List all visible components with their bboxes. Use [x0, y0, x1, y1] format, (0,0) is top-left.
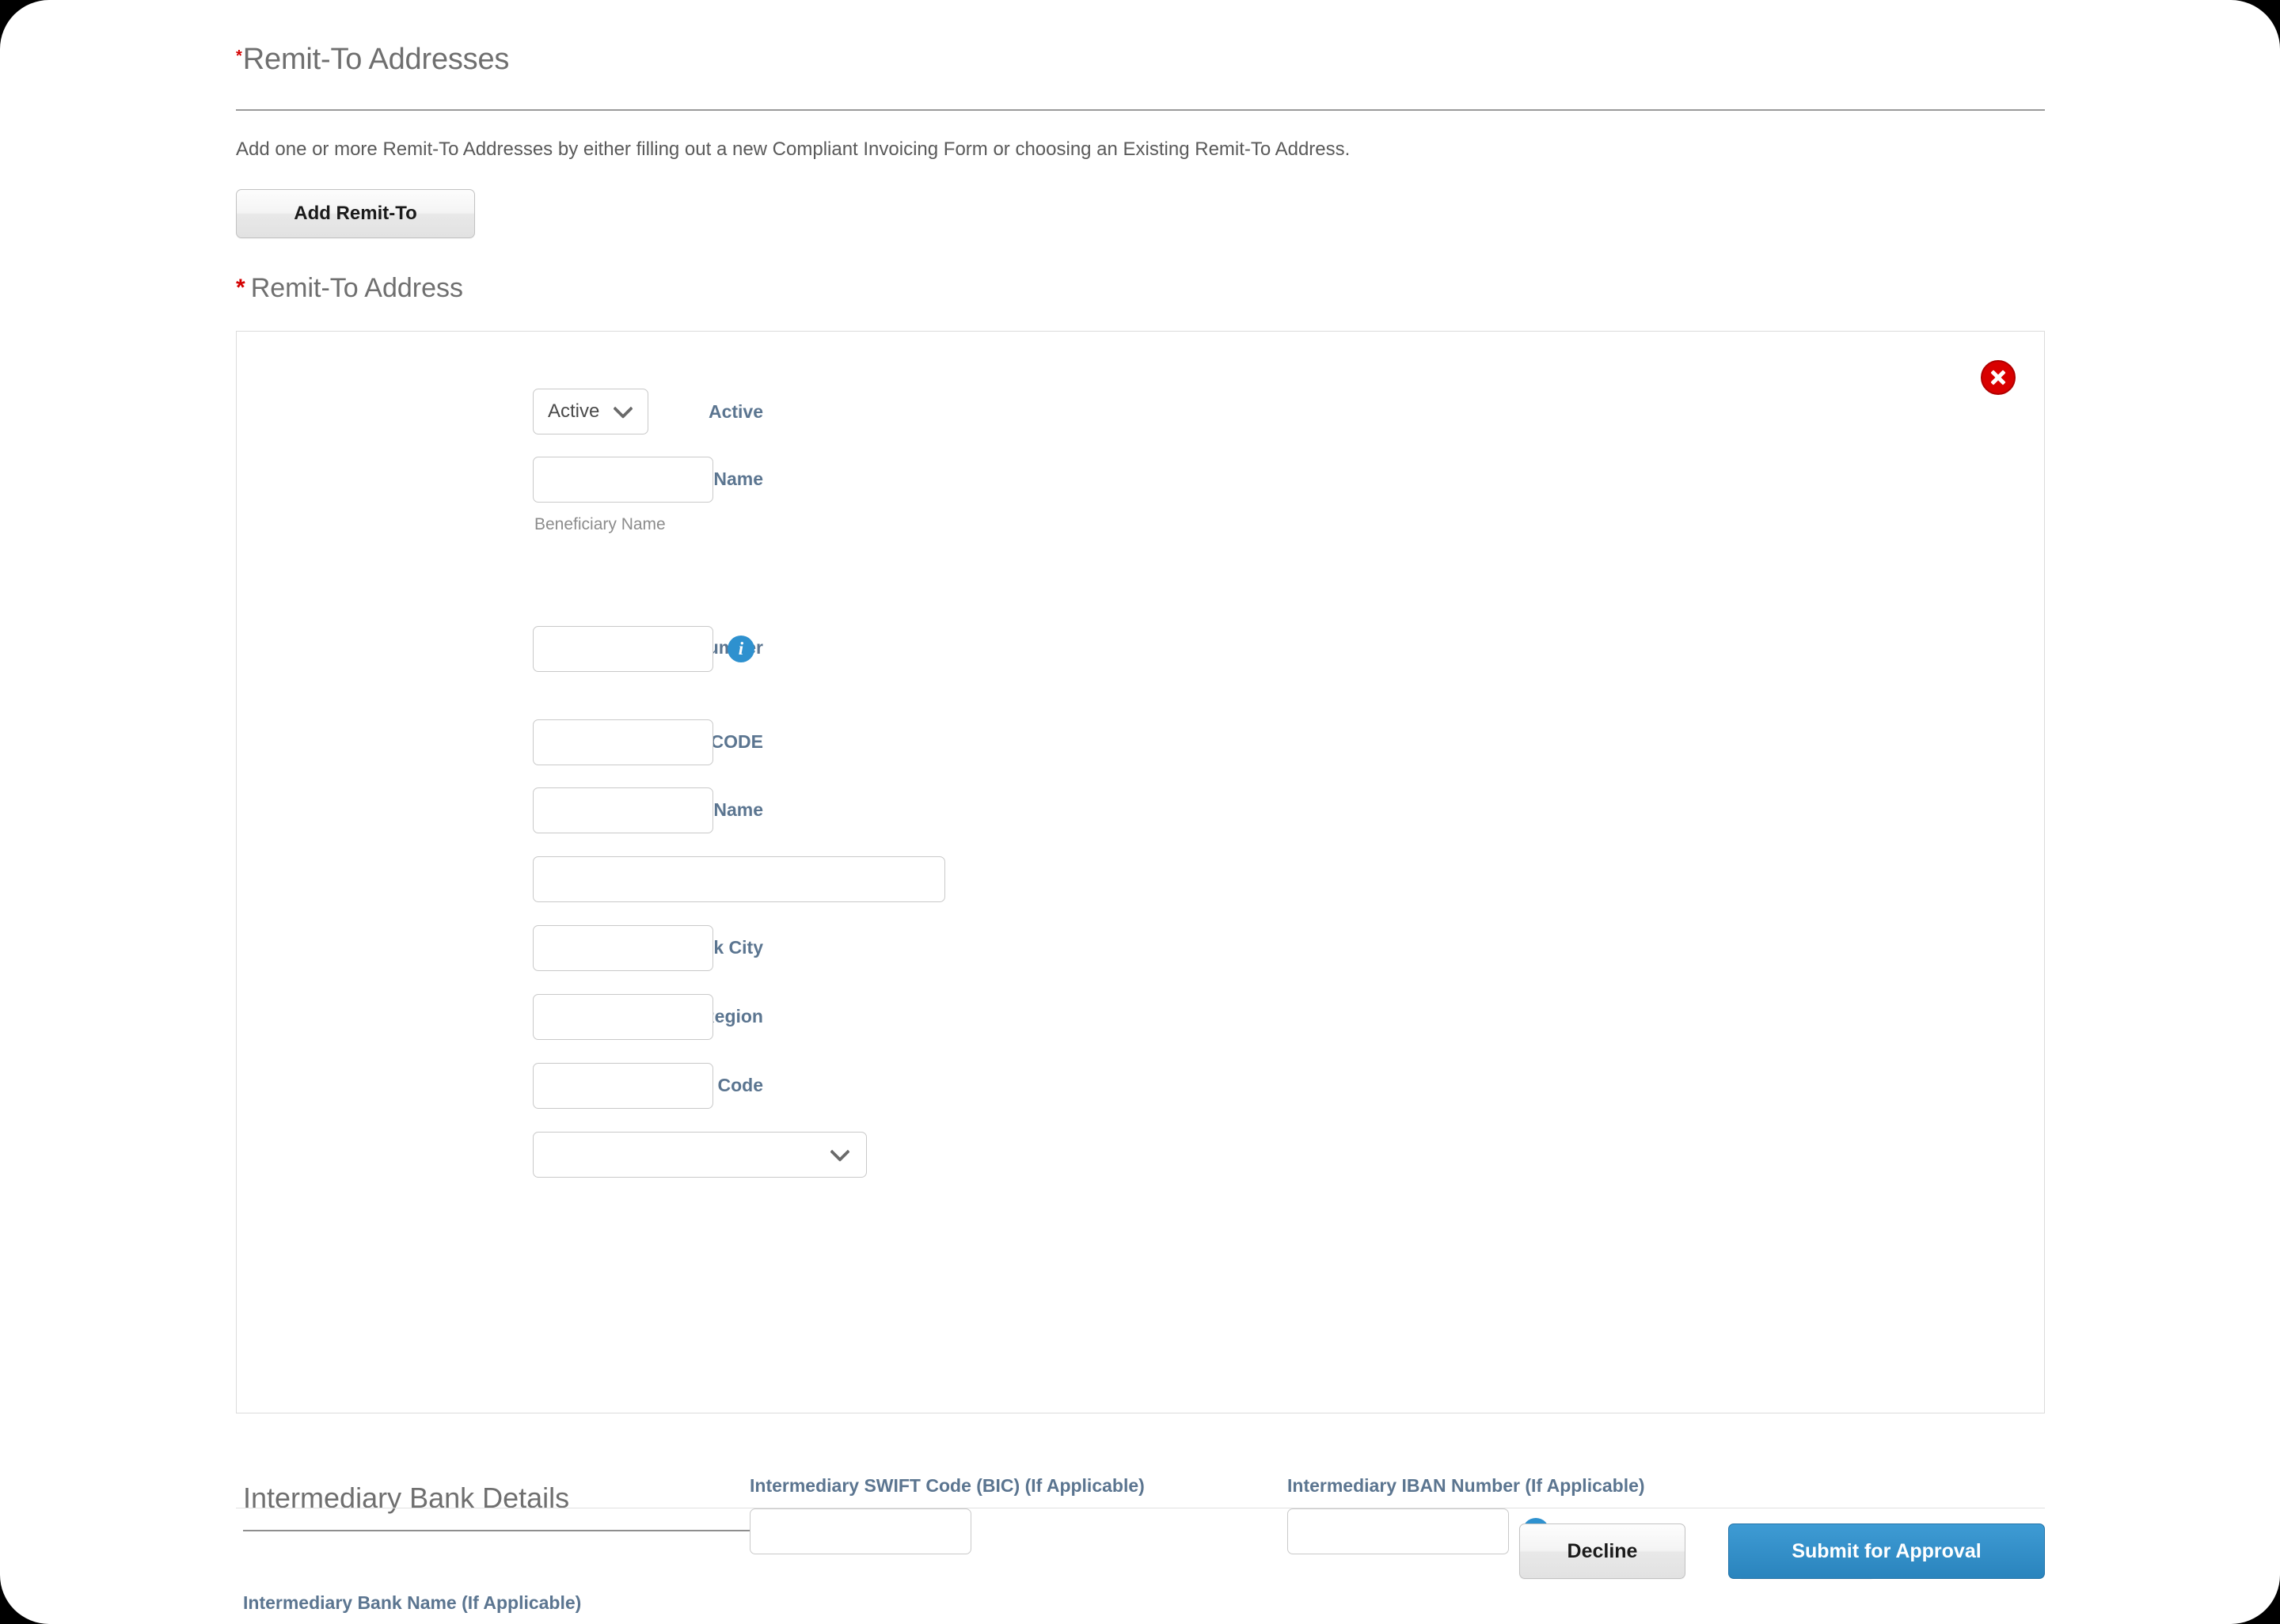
page-root: *Remit-To Addresses Add one or more Remi… — [0, 0, 2280, 1624]
intermediary-swift-label: Intermediary SWIFT Code (BIC) (If Applic… — [750, 1475, 1145, 1496]
decline-button[interactable]: Decline — [1519, 1523, 1685, 1579]
intermediary-bank-name-label: Intermediary Bank Name (If Applicable) — [243, 1592, 582, 1613]
header-divider — [236, 109, 2045, 111]
submit-for-approval-button[interactable]: Submit for Approval — [1728, 1523, 2045, 1579]
intermediary-iban-label: Intermediary IBAN Number (If Applicable) — [1287, 1475, 1645, 1496]
subheading-text: Remit-To Address — [250, 273, 464, 303]
chevron-down-icon — [613, 398, 633, 419]
required-asterisk: * — [236, 47, 242, 65]
required-asterisk: * — [236, 275, 245, 301]
intermediary-section-heading: Intermediary Bank Details — [243, 1478, 750, 1519]
remit-to-address-card: Active Active *Beneficiary Name Benefici… — [236, 331, 2045, 1613]
beneficiary-name-input[interactable] — [533, 457, 713, 503]
page-description: Add one or more Remit-To Addresses by ei… — [236, 138, 1351, 160]
info-icon[interactable]: i — [728, 636, 754, 662]
intermediary-section-title: Intermediary Bank Details — [243, 1482, 570, 1514]
beneficiary-name-helper: Beneficiary Name — [534, 515, 666, 533]
page-title-block: *Remit-To Addresses — [236, 38, 2045, 81]
bank-street-name-input[interactable] — [533, 856, 945, 902]
bank-country-select[interactable] — [533, 1132, 867, 1178]
add-remit-to-button[interactable]: Add Remit-To — [236, 189, 475, 238]
page-title: Remit-To Addresses — [242, 43, 510, 76]
bank-city-input[interactable] — [533, 925, 713, 971]
active-select[interactable]: Active — [533, 389, 648, 434]
bank-state-or-region-input[interactable] — [533, 994, 713, 1040]
remit-to-address-subheading: * Remit-To Address — [236, 269, 463, 307]
footer-actions: Decline Save Submit for Approval — [236, 1523, 2045, 1579]
chevron-down-icon — [830, 1141, 850, 1163]
bank-account-number-input[interactable] — [533, 626, 713, 672]
close-icon[interactable] — [1981, 360, 2016, 395]
bank-postal-code-input[interactable] — [533, 1063, 713, 1109]
bank-name-input[interactable] — [533, 787, 713, 833]
ifsc-code-input[interactable] — [533, 719, 713, 765]
active-select-value: Active — [548, 400, 600, 422]
